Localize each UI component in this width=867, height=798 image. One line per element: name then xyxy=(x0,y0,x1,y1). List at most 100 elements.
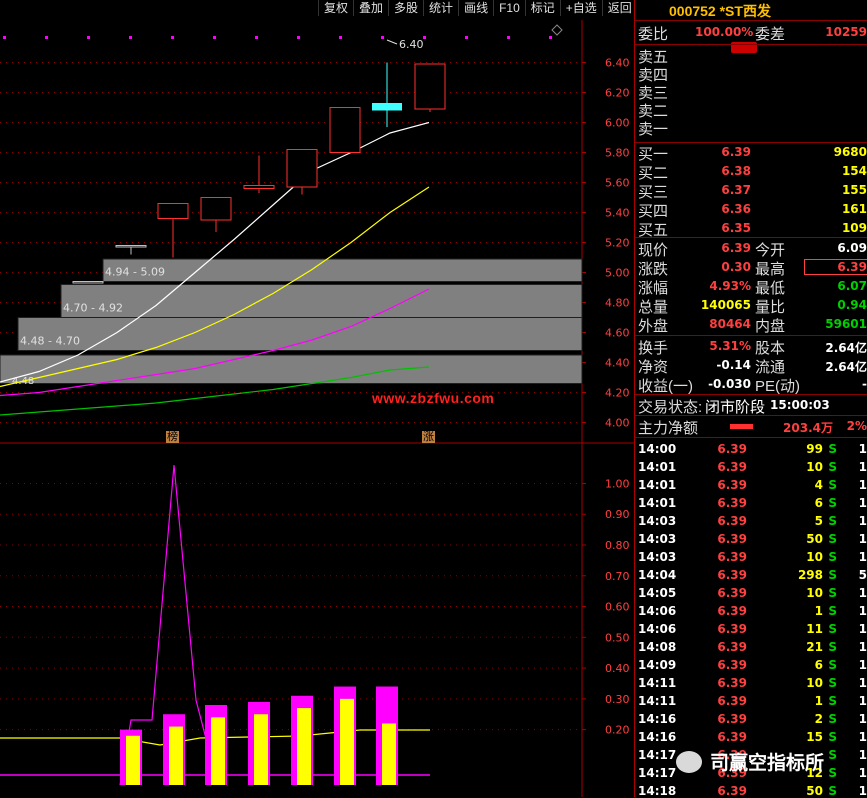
tick-count: 1 xyxy=(858,658,867,672)
quote-value: 2.64亿 xyxy=(825,341,867,355)
tick-time: 14:18 xyxy=(638,784,677,798)
toolbar-btn-8[interactable]: 返回 xyxy=(601,0,637,16)
tag-zhang: 涨 xyxy=(422,431,435,443)
tick-time: 14:11 xyxy=(638,694,677,708)
top-marker xyxy=(87,36,90,39)
buy-level-label: 买一 xyxy=(638,146,669,163)
tick-side: S xyxy=(828,532,837,546)
tick-time: 14:06 xyxy=(638,622,677,636)
ind-tick-label: 0.30 xyxy=(605,693,630,706)
tick-count: 1 xyxy=(858,766,867,780)
commission-diff-label: 委差 xyxy=(755,26,786,43)
main-net-value: 203.4万 xyxy=(783,421,833,435)
top-marker xyxy=(255,36,258,39)
tick-price: 6.39 xyxy=(717,730,747,744)
buy-level-label: 买三 xyxy=(638,184,669,201)
commission-ratio-label: 委比 xyxy=(638,26,669,43)
tick-volume: 10 xyxy=(806,550,823,564)
tick-count: 1 xyxy=(858,730,867,744)
tick-side: S xyxy=(828,568,837,582)
price-tick-label: 4.60 xyxy=(605,327,630,340)
buy-level-volume: 9680 xyxy=(833,145,867,159)
max-price-label: 6.40 xyxy=(399,38,424,51)
tick-side: S xyxy=(828,514,837,528)
toolbar-btn-4[interactable]: 画线 xyxy=(458,0,494,16)
buy-level-volume: 161 xyxy=(841,202,867,216)
tick-time: 14:01 xyxy=(638,460,677,474)
top-marker xyxy=(339,36,342,39)
sep xyxy=(635,394,867,395)
toolbar-btn-0[interactable]: 复权 xyxy=(318,0,354,16)
tick-time: 14:17 xyxy=(638,766,677,780)
toolbar-btn-2[interactable]: 多股 xyxy=(388,0,424,16)
tick-count: 1 xyxy=(858,478,867,492)
tick-side: S xyxy=(828,586,837,600)
toolbar-btn-7[interactable]: +自选 xyxy=(559,0,602,16)
tick-side: S xyxy=(828,622,837,636)
price-tick-label: 6.20 xyxy=(605,87,630,100)
tick-price: 6.39 xyxy=(717,586,747,600)
tick-count: 1 xyxy=(858,604,867,618)
tick-price: 6.39 xyxy=(717,640,747,654)
stock-title: 000752 *ST西发 xyxy=(669,3,771,19)
quote-value: 80464 xyxy=(709,317,751,331)
tick-side: S xyxy=(828,640,837,654)
tick-count: 1 xyxy=(858,442,867,456)
quote-value: 6.09 xyxy=(837,241,867,255)
toolbar-btn-1[interactable]: 叠加 xyxy=(353,0,389,16)
tick-side: S xyxy=(828,658,837,672)
tick-price: 6.39 xyxy=(717,532,747,546)
quote-label: 现价 xyxy=(638,242,669,259)
sep xyxy=(635,142,867,143)
tick-count: 1 xyxy=(858,748,867,762)
quote-label: 最低 xyxy=(755,280,786,297)
tick-price: 6.39 xyxy=(717,676,747,690)
tick-price: 6.39 xyxy=(717,712,747,726)
tick-volume: 6 xyxy=(814,658,823,672)
tick-time: 14:04 xyxy=(638,568,677,582)
tick-price: 6.39 xyxy=(717,496,747,510)
candle-body xyxy=(286,149,318,188)
buy-level-price: 6.37 xyxy=(721,183,751,197)
quote-value: 6.39 xyxy=(721,241,751,255)
buy-level-volume: 154 xyxy=(841,164,867,178)
toolbar-btn-6[interactable]: 标记 xyxy=(524,0,560,16)
quote-label: 外盘 xyxy=(638,318,669,335)
tick-volume: 99 xyxy=(806,442,823,456)
ind-yellow-bar xyxy=(254,714,268,785)
wechat-icon xyxy=(676,750,702,773)
price-tick-label: 6.00 xyxy=(605,117,630,130)
top-marker xyxy=(507,36,510,39)
price-tick-label: 4.80 xyxy=(605,297,630,310)
toolbar-btn-5[interactable]: F10 xyxy=(493,0,525,16)
top-marker xyxy=(213,36,216,39)
tick-side: S xyxy=(828,604,837,618)
tick-time: 14:01 xyxy=(638,496,677,510)
tick-time: 14:17 xyxy=(638,748,677,762)
tick-volume: 1 xyxy=(814,694,823,708)
tick-side: S xyxy=(828,748,837,762)
tick-count: 1 xyxy=(858,694,867,708)
tick-side: S xyxy=(828,460,837,474)
zone-box-label: 4.48 - 4.70 xyxy=(20,335,80,348)
chart-area[interactable]: 6.40 6.20 6.00 5.80 5.60 5.40 5.20 5.00 4.80 4.60… xyxy=(0,0,634,797)
tick-price: 6.39 xyxy=(717,478,747,492)
tick-volume: 298 xyxy=(797,568,823,582)
tick-time: 14:06 xyxy=(638,604,677,618)
buy-level-volume: 109 xyxy=(841,221,867,235)
tick-time: 14:16 xyxy=(638,712,677,726)
price-tick-label: 5.60 xyxy=(605,177,630,190)
tick-count: 1 xyxy=(858,514,867,528)
tick-volume: 2 xyxy=(814,712,823,726)
quote-label: 净资 xyxy=(638,359,669,376)
tick-volume: 50 xyxy=(806,532,823,546)
tick-price: 6.39 xyxy=(717,514,747,528)
tick-time: 14:16 xyxy=(638,730,677,744)
ind-tick-label: 0.60 xyxy=(605,601,630,614)
tick-price: 6.39 xyxy=(717,568,747,582)
tick-time: 14:09 xyxy=(638,658,677,672)
ind-yellow-bar xyxy=(211,717,225,785)
tick-price: 6.39 xyxy=(717,694,747,708)
toolbar-btn-3[interactable]: 统计 xyxy=(423,0,459,16)
tick-time: 14:08 xyxy=(638,640,677,654)
